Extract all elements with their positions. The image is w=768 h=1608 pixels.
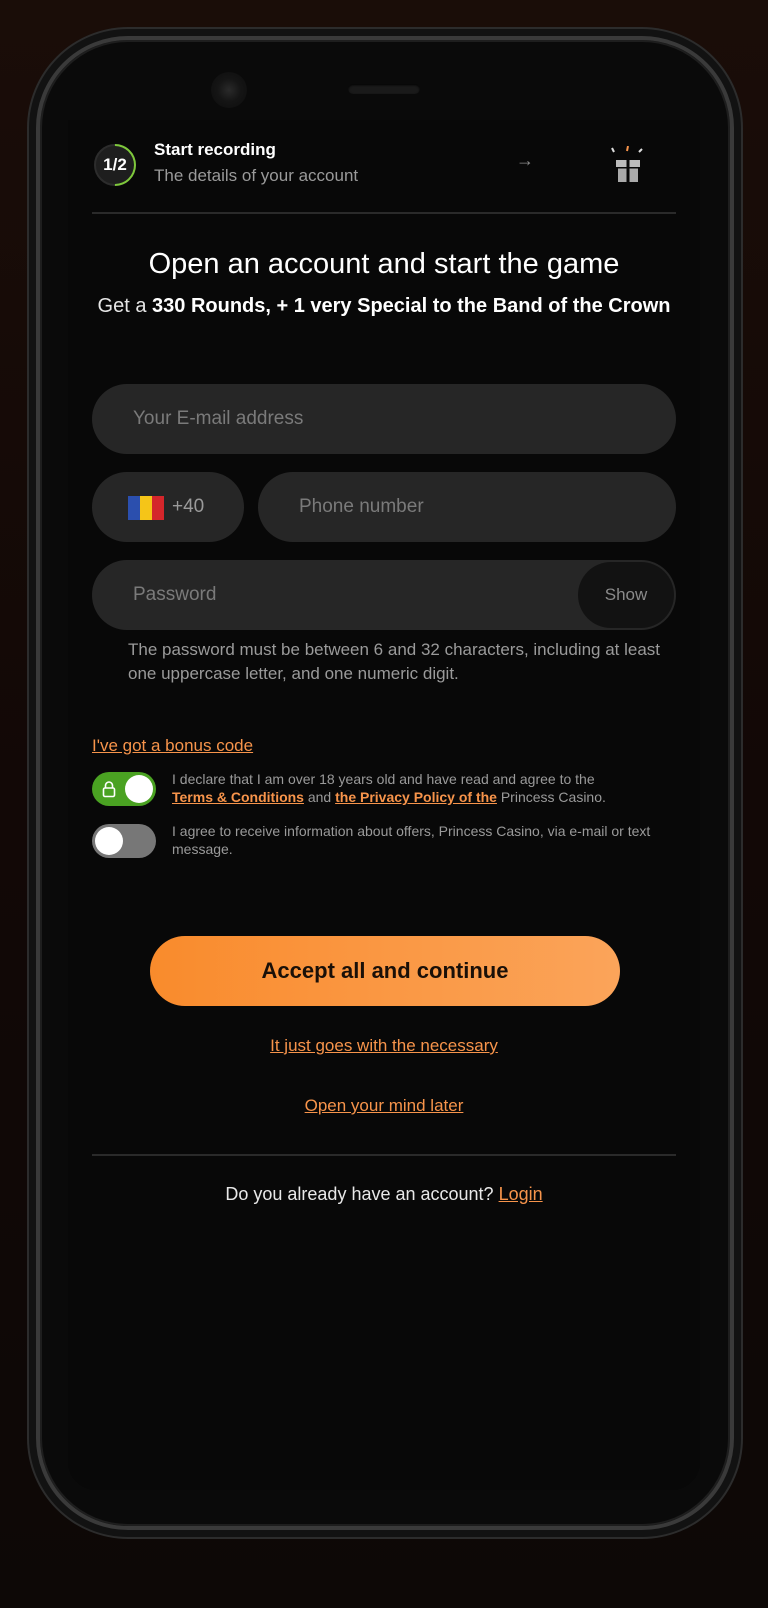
age-consent-label: I declare that I am over 18 years old an… <box>172 771 595 787</box>
step-title: Start recording <box>154 140 276 159</box>
country-code-select[interactable]: +40 <box>92 472 244 542</box>
offer-highlight: 330 Rounds, + 1 very Special to the Band… <box>152 295 671 317</box>
email-field[interactable]: Your E-mail address <box>92 384 676 454</box>
toggle-knob <box>95 827 123 855</box>
footer-divider <box>92 1154 676 1156</box>
consent-and: and <box>307 789 332 805</box>
necessary-only-link[interactable]: It just goes with the necessary <box>68 1036 700 1056</box>
privacy-policy-link[interactable]: the Privacy Policy of the <box>335 789 497 805</box>
lock-icon <box>102 781 116 798</box>
marketing-consent-toggle[interactable] <box>92 824 156 858</box>
arrow-right-icon[interactable]: → <box>516 150 534 171</box>
step-subtitle: The details of your account <box>154 166 359 185</box>
login-link[interactable]: Login <box>499 1184 543 1204</box>
step-counter: 1/2 <box>103 155 127 174</box>
registration-screen: 1/2 Start recording The details of your … <box>68 120 700 1490</box>
header-divider <box>92 212 676 214</box>
phone-number-field[interactable]: Phone number <box>258 472 676 542</box>
consent-brand: Princess Casino. <box>500 789 606 805</box>
romania-flag-icon <box>128 496 164 520</box>
country-code-value: +40 <box>172 496 205 517</box>
accept-all-button[interactable]: Accept all and continue <box>150 936 620 1006</box>
age-consent-text: I declare that I am over 18 years old an… <box>172 770 668 806</box>
password-placeholder: Password <box>133 584 217 605</box>
password-hint: The password must be between 6 and 32 ch… <box>128 640 661 683</box>
login-question: Do you already have an account? <box>225 1184 494 1204</box>
decide-later-link[interactable]: Open your mind later <box>68 1096 700 1116</box>
camera-icon <box>211 72 247 108</box>
bonus-code-link[interactable]: I've got a bonus code <box>92 736 253 756</box>
bonus-offer-subtitle: Get a 330 Rounds, + 1 very Special to th… <box>88 292 680 321</box>
gift-icon[interactable] <box>608 146 648 186</box>
password-field[interactable]: Password Show <box>92 560 676 630</box>
toggle-knob <box>125 775 153 803</box>
login-prompt: Do you already have an account? Login <box>68 1184 700 1205</box>
speaker-grille <box>348 84 420 94</box>
step-progress-indicator: 1/2 <box>85 135 145 195</box>
age-consent-toggle[interactable] <box>92 772 156 806</box>
page-title: Open an account and start the game <box>148 248 620 280</box>
show-password-button[interactable]: Show <box>578 562 674 628</box>
marketing-consent-text: I agree to receive information about off… <box>172 823 651 857</box>
terms-link[interactable]: Terms & Conditions <box>172 789 304 805</box>
offer-lead: Get a <box>97 295 147 317</box>
